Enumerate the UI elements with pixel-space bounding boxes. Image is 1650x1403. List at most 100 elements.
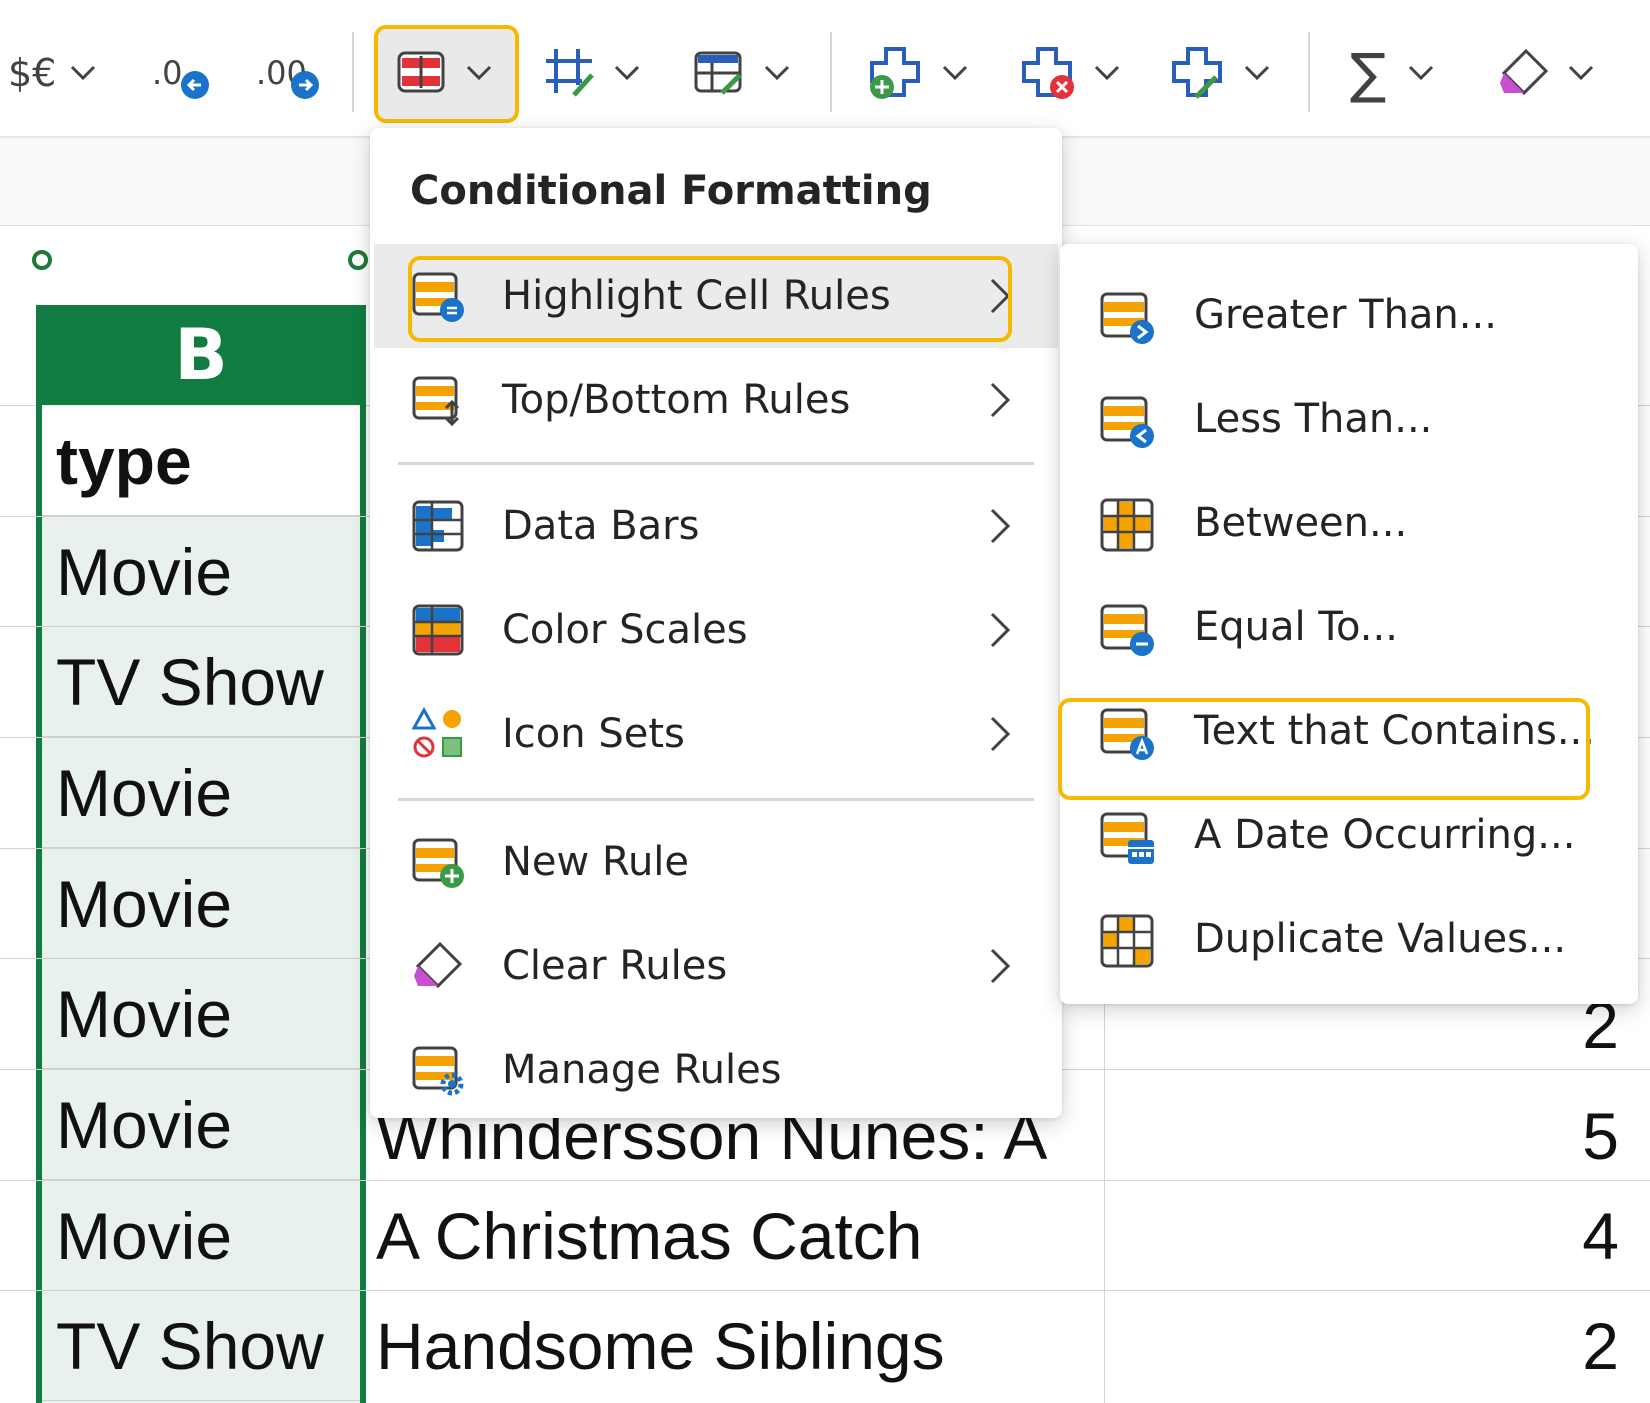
submenu-item-text-contains[interactable]: Text that Contains... [1060, 680, 1638, 784]
increase-decimal-button[interactable]: .00 [256, 38, 321, 108]
selection-handle[interactable] [348, 250, 368, 270]
submenu-item-label: Duplicate Values... [1194, 916, 1567, 962]
highlight-cell-rules-submenu: Greater Than... Less Than... Between... … [1060, 244, 1638, 1004]
cell-styles-icon [694, 51, 742, 95]
number-format-button[interactable]: $€ [8, 38, 98, 108]
submenu-item-label: Less Than... [1194, 396, 1433, 442]
submenu-item-label: Between... [1194, 500, 1408, 546]
selection-handle[interactable] [32, 250, 52, 270]
submenu-item-between[interactable]: Between... [1060, 472, 1638, 576]
menu-item-label: Clear Rules [502, 943, 728, 989]
cell-d[interactable]: 4 [1105, 1181, 1625, 1291]
menu-item-data-bars[interactable]: Data Bars [374, 474, 1058, 578]
cell-c[interactable]: Handsome Siblings [376, 1291, 1102, 1401]
cell-b[interactable]: Movie [42, 849, 360, 959]
menu-separator [398, 462, 1034, 465]
submenu-item-date-occurring[interactable]: A Date Occurring... [1060, 784, 1638, 888]
autosum-button[interactable]: ∑ [1350, 38, 1436, 108]
insert-cells-button[interactable] [866, 38, 970, 108]
cell-b[interactable]: TV Show [42, 627, 360, 737]
cell-b[interactable]: Movie [42, 1070, 360, 1180]
menu-item-label: Data Bars [502, 503, 700, 549]
menu-item-top-bottom-rules[interactable]: Top/Bottom Rules [374, 348, 1058, 452]
delete-cells-button[interactable] [1018, 38, 1122, 108]
decrease-decimal-button[interactable]: .0 [152, 38, 211, 108]
chevron-down-icon [464, 58, 494, 88]
menu-item-label: New Rule [502, 839, 690, 885]
chevron-down-icon [1406, 58, 1436, 88]
conditional-formatting-icon [397, 51, 445, 93]
less-than-icon [1100, 396, 1154, 448]
manage-rules-icon [412, 1046, 464, 1096]
color-scales-icon [412, 604, 464, 656]
format-as-table-button[interactable] [542, 38, 642, 108]
chevron-down-icon [762, 58, 792, 88]
format-cells-button[interactable] [1168, 38, 1272, 108]
cell-c[interactable]: A Christmas Catch [376, 1181, 1102, 1291]
arrow-left-circle-icon [180, 71, 209, 99]
cell-b[interactable]: Movie [42, 959, 360, 1069]
submenu-item-label: Equal To... [1194, 604, 1398, 650]
cell-styles-button[interactable] [692, 38, 792, 108]
chevron-down-icon [612, 58, 642, 88]
menu-item-label: Icon Sets [502, 711, 685, 757]
cell-d[interactable]: 2 [1105, 1291, 1625, 1401]
submenu-item-duplicate-values[interactable]: Duplicate Values... [1060, 888, 1638, 992]
date-occurring-icon [1100, 812, 1154, 864]
cell-b-header[interactable]: type [42, 406, 360, 516]
cell-b[interactable]: Movie [42, 1181, 360, 1291]
menu-item-highlight-cell-rules[interactable]: Highlight Cell Rules [374, 244, 1058, 348]
format-cells-icon [1172, 47, 1222, 99]
cell-b[interactable]: Movie [42, 738, 360, 848]
menu-item-icon-sets[interactable]: Icon Sets [374, 682, 1058, 786]
chevron-right-icon [990, 612, 1011, 648]
menu-item-manage-rules[interactable]: Manage Rules [374, 1018, 1058, 1122]
chevron-right-icon [990, 716, 1011, 752]
currency-format-label: $€ [8, 51, 57, 95]
new-rule-icon [412, 838, 464, 888]
menu-item-color-scales[interactable]: Color Scales [374, 578, 1058, 682]
submenu-item-label: Greater Than... [1194, 292, 1497, 338]
between-icon [1100, 498, 1154, 552]
chevron-right-icon [990, 508, 1011, 544]
clear-rules-icon [414, 941, 463, 989]
highlight-cell-rules-icon [412, 272, 464, 322]
submenu-item-equal-to[interactable]: Equal To... [1060, 576, 1638, 680]
sigma-icon: ∑ [1350, 41, 1387, 105]
chevron-down-icon [68, 58, 98, 88]
menu-item-label: Manage Rules [502, 1047, 782, 1093]
submenu-item-label: A Date Occurring... [1194, 812, 1576, 858]
duplicate-values-icon [1100, 914, 1154, 968]
chevron-down-icon [1242, 58, 1272, 88]
submenu-item-less-than[interactable]: Less Than... [1060, 368, 1638, 472]
menu-item-clear-rules[interactable]: Clear Rules [374, 914, 1058, 1018]
toolbar-separator [830, 32, 832, 112]
chevron-right-icon [990, 278, 1011, 314]
cell-b[interactable]: Movie [42, 517, 360, 627]
cell-d[interactable]: 5 [1105, 1081, 1625, 1191]
chevron-down-icon [1566, 58, 1596, 88]
ribbon-toolbar: $€ .0 .00 ∑ [0, 0, 1650, 138]
conditional-formatting-menu: Conditional Formatting Highlight Cell Ru… [370, 128, 1062, 1118]
submenu-item-label: Text that Contains... [1194, 708, 1595, 754]
cell-b[interactable]: TV Show [42, 1291, 360, 1401]
menu-separator [398, 798, 1034, 801]
submenu-item-greater-than[interactable]: Greater Than... [1060, 264, 1638, 368]
menu-item-label: Highlight Cell Rules [502, 273, 891, 319]
eraser-icon [1500, 48, 1549, 96]
clear-button[interactable] [1496, 38, 1596, 108]
chevron-down-icon [1092, 58, 1122, 88]
conditional-formatting-button[interactable] [396, 38, 494, 108]
column-b-header[interactable]: B [36, 305, 366, 405]
data-bars-icon [412, 500, 464, 552]
greater-than-icon [1100, 292, 1154, 344]
equal-to-icon [1100, 604, 1154, 656]
chevron-right-icon [990, 382, 1011, 418]
table-grid-icon [546, 49, 594, 97]
menu-item-new-rule[interactable]: New Rule [374, 810, 1058, 914]
top-bottom-rules-icon [412, 376, 460, 427]
text-contains-icon [1100, 708, 1154, 760]
menu-item-label: Color Scales [502, 607, 748, 653]
arrow-right-circle-icon [290, 71, 319, 99]
toolbar-separator [352, 32, 354, 112]
